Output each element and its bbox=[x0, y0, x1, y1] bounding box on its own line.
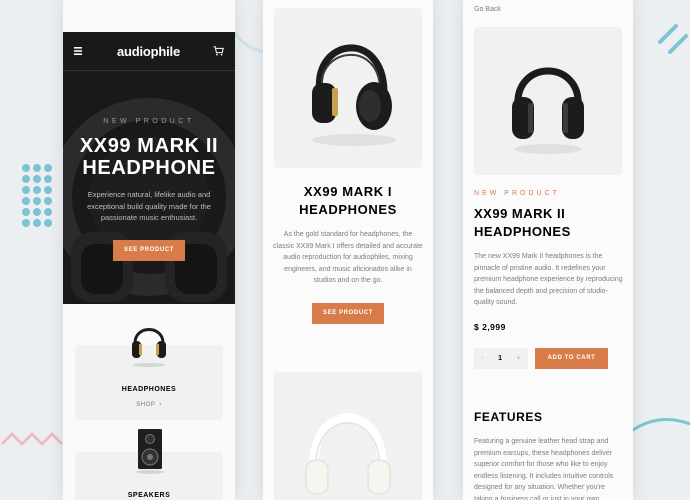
features-heading: FEATURES bbox=[474, 410, 543, 424]
mobile-screen-category: XX99 MARK I HEADPHONES As the gold stand… bbox=[263, 0, 433, 500]
decorative-dot-grid bbox=[22, 164, 52, 227]
product-description: The new XX99 Mark II headphones is the p… bbox=[474, 253, 623, 306]
decorative-zigzag bbox=[1, 432, 63, 446]
product-image-card bbox=[474, 27, 622, 175]
product-image-card bbox=[274, 372, 422, 500]
cart-icon[interactable] bbox=[213, 46, 224, 56]
product-title-line2: HEADPHONES bbox=[299, 202, 397, 217]
chevron-right-icon: › bbox=[159, 402, 162, 408]
increment-button[interactable]: + bbox=[517, 355, 521, 362]
see-product-button[interactable]: SEE PRODUCT bbox=[113, 239, 185, 261]
features-text: Featuring a genuine leather head strap a… bbox=[474, 438, 614, 500]
shop-link[interactable]: SHOP › bbox=[75, 402, 223, 408]
category-card-headphones[interactable]: HEADPHONES SHOP › bbox=[75, 328, 223, 420]
quantity-stepper: - 1 + bbox=[474, 348, 528, 369]
shop-label: SHOP bbox=[136, 402, 156, 408]
product-title-line1: XX99 MARK II bbox=[474, 206, 566, 221]
product-overline: NEW PRODUCT bbox=[474, 190, 560, 197]
category-card-speakers[interactable]: SPEAKERS bbox=[75, 429, 223, 500]
hero-description: Experience natural, lifelike audio and e… bbox=[87, 190, 211, 222]
product-image-xx99-mark-i bbox=[312, 44, 396, 146]
product-detail-info: NEW PRODUCT XX99 MARK II HEADPHONES The … bbox=[474, 190, 624, 309]
brand-logo[interactable]: audiophile bbox=[117, 44, 180, 59]
speaker-thumbnail bbox=[136, 429, 164, 474]
product-image-card bbox=[274, 8, 422, 168]
product-price: $ 2,999 bbox=[474, 322, 506, 332]
product-title-line2: HEADPHONES bbox=[474, 224, 571, 239]
add-to-cart-button[interactable]: ADD TO CART bbox=[535, 348, 608, 369]
hero-content: NEW PRODUCT XX99 MARK II HEADPHONE Exper… bbox=[63, 118, 235, 261]
product-title: XX99 MARK II HEADPHONES bbox=[474, 205, 624, 241]
decorative-arcs bbox=[658, 24, 688, 54]
go-back-link[interactable]: Go Back bbox=[474, 6, 501, 13]
headphones-thumbnail bbox=[132, 328, 166, 367]
hero-section: audiophile NEW PRODUCT XX99 MARK II HEAD… bbox=[63, 32, 235, 304]
mobile-screen-product-detail: Go Back NEW PRODUCT XX99 MARK II HEADPHO… bbox=[463, 0, 633, 500]
hero-overline: NEW PRODUCT bbox=[103, 118, 195, 125]
mobile-screen-home: audiophile NEW PRODUCT XX99 MARK II HEAD… bbox=[63, 0, 235, 500]
product-info: XX99 MARK I HEADPHONES As the gold stand… bbox=[263, 183, 433, 324]
decorative-curve bbox=[629, 418, 690, 434]
category-title: SPEAKERS bbox=[127, 492, 171, 499]
see-product-button[interactable]: SEE PRODUCT bbox=[312, 302, 384, 324]
decrement-button[interactable]: - bbox=[481, 355, 483, 362]
hero-title: XX99 MARK II HEADPHONE bbox=[79, 135, 219, 179]
product-image-xx99-mark-ii bbox=[512, 67, 584, 154]
product-title-line1: XX99 MARK I bbox=[303, 184, 393, 199]
product-title: XX99 MARK I HEADPHONES bbox=[263, 183, 433, 219]
category-title: HEADPHONES bbox=[121, 386, 177, 393]
product-description: As the gold standard for headphones, the… bbox=[273, 231, 423, 284]
top-navbar: audiophile bbox=[63, 32, 235, 71]
product-image-white-headphones bbox=[305, 413, 391, 495]
quantity-value: 1 bbox=[498, 355, 503, 362]
hamburger-icon[interactable] bbox=[74, 47, 84, 55]
